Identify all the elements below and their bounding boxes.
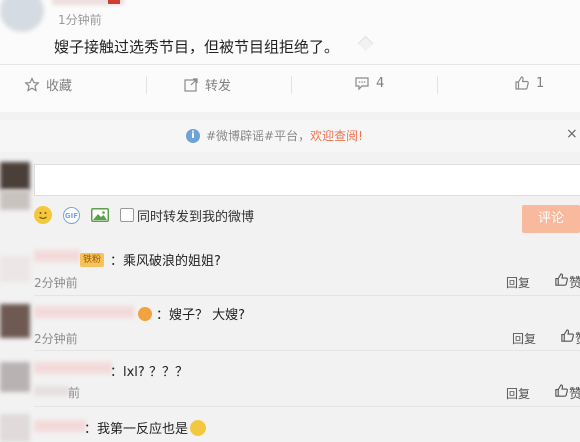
notice-bar: i #微博辟谣#平台， 欢迎查阅! [0,120,580,152]
thumb-up-icon [555,273,568,286]
comment-button[interactable]: 4 [354,75,384,91]
comment-row: ：我第一反应也是 [84,418,207,437]
forward-label: 转发 [205,79,232,94]
comment-icon [355,77,369,91]
comment-text: ：乘风破浪的姐姐? [110,254,221,269]
composer-toolbar: GIF 同时转发到我的微博 [34,203,254,227]
user-avatar-lower [0,190,30,210]
forward-checkbox[interactable] [120,208,134,222]
thumb-up-icon [555,384,568,397]
emoji-icon[interactable] [34,206,52,224]
comment-like-label: 赞 [569,387,580,402]
comment-count: 4 [376,75,385,91]
fan-badge: 铁粉 [80,252,105,267]
comment-text: ：lxl? ？？？ [110,365,188,380]
comment-like-label: 赞 [569,276,580,291]
comment-like-button[interactable]: 赞 [560,328,580,347]
comment-divider [34,350,580,351]
comment-text: ：嫂子？ 大嫂? [156,308,246,323]
comment-input[interactable] [34,164,580,196]
like-count: 1 [536,75,545,91]
info-icon: i [186,128,200,143]
comment-avatar[interactable] [0,304,30,338]
close-icon[interactable]: × [566,126,578,142]
comment-avatar[interactable] [0,256,30,282]
comment-text: ：我第一反应也是 [84,422,189,437]
forward-button[interactable]: 转发 [183,75,231,94]
author-badge-blurred [108,0,120,4]
comment-row: ：嫂子？ 大嫂? [138,304,245,323]
star-icon [24,76,40,92]
action-bar: 收藏 转发 4 1 [0,64,580,105]
comment-like-button[interactable]: 赞 [554,383,580,402]
forward-icon [184,77,198,92]
comment-username-blurred[interactable] [34,250,80,262]
laugh-emoji-icon [190,419,207,436]
comment-like-button[interactable]: 赞 [554,272,580,291]
medal-icon [138,306,152,321]
comment-row: 铁粉 ：乘风破浪的姐姐? [80,250,221,269]
comment-username-blurred[interactable] [34,306,134,318]
image-icon[interactable] [91,208,109,222]
gif-icon[interactable]: GIF [63,206,80,224]
comment-divider [34,406,580,407]
forward-to-weibo-label[interactable]: 同时转发到我的微博 [137,206,254,225]
divider [146,76,147,94]
notice-link[interactable]: 欢迎查阅! [310,127,363,144]
comment-like-label: 赞 [575,332,580,347]
post-time[interactable]: 1分钟前 [58,11,102,28]
notice-content: i #微博辟谣#平台， 欢迎查阅! [186,127,363,144]
favorite-label: 收藏 [46,79,73,94]
divider [437,76,438,94]
favorite-button[interactable]: 收藏 [24,75,72,94]
comment-time[interactable]: 前 [68,384,80,401]
comment-time[interactable]: 2分钟前 [34,274,78,291]
thumb-up-icon [515,76,529,90]
reply-button[interactable]: 回复 [506,385,530,402]
user-avatar [0,162,30,190]
comment-time-blurred [34,386,70,396]
post-text: 嫂子接触过选秀节目，但被节目组拒绝了。 [54,38,340,56]
comment-avatar[interactable] [0,414,30,442]
comment-username-blurred[interactable] [34,420,86,432]
reply-button[interactable]: 回复 [506,274,530,291]
comment-submit-button[interactable]: 评论 [522,205,580,233]
divider [291,76,292,94]
comment-time[interactable]: 2分钟前 [34,330,78,347]
thumb-up-icon [561,329,574,342]
comment-avatar[interactable] [0,362,30,392]
comment-username-blurred[interactable] [34,362,112,374]
like-button[interactable]: 1 [514,75,544,91]
notice-text[interactable]: #微博辟谣#平台， [206,127,310,144]
comment-divider [34,295,580,296]
reply-button[interactable]: 回复 [512,330,536,347]
